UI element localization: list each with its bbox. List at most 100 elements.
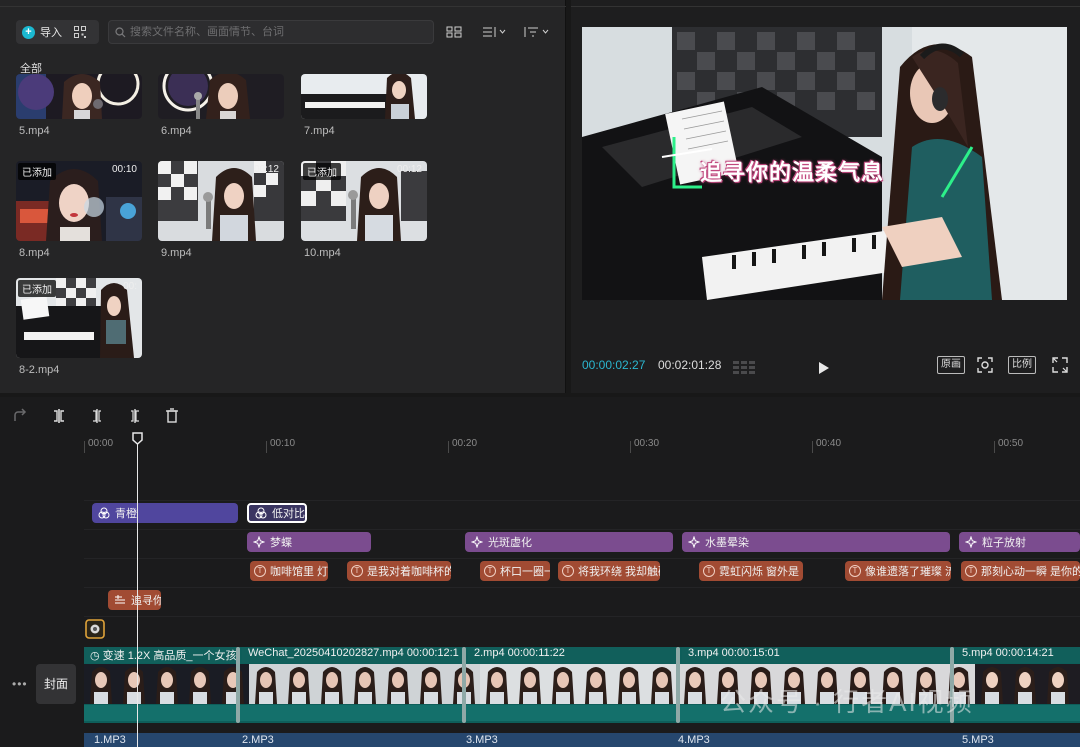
play-icon[interactable] xyxy=(818,359,830,377)
plus-icon: + xyxy=(22,25,35,39)
media-clip[interactable]: 5.mp4 xyxy=(16,74,142,137)
audio-segment[interactable]: 3.MP3 xyxy=(456,733,672,747)
effect-segment[interactable]: 水墨晕染 xyxy=(682,532,950,552)
video-preview[interactable]: 追寻你的温柔气息 xyxy=(582,27,1067,300)
ruler-label: 00:30 xyxy=(634,438,660,449)
text-segment[interactable]: T 咖啡馆里 灯 xyxy=(250,561,328,581)
media-clip[interactable]: 已添加 00:10 8.mp4 xyxy=(16,161,142,259)
sort-icon[interactable] xyxy=(482,24,508,40)
text-segment[interactable]: T 是我对着咖啡杯的 xyxy=(347,561,451,581)
delete-icon[interactable] xyxy=(164,408,180,424)
film-frame xyxy=(150,664,183,704)
added-badge: 已添加 xyxy=(18,163,56,180)
segment-label: 梦蝶 xyxy=(270,537,292,549)
ruler-tick xyxy=(266,441,267,453)
more-options-icon[interactable]: ••• xyxy=(12,677,28,691)
import-group: + 导入 xyxy=(16,20,99,44)
ruler-label: 00:40 xyxy=(816,438,842,449)
clip-header: 5.mp4 00:00:14:21 xyxy=(956,647,1080,663)
title-segment[interactable]: 追寻你 xyxy=(108,590,161,610)
media-clip[interactable]: 00:12 9.mp4 xyxy=(158,161,284,259)
cover-button[interactable]: 封面 xyxy=(36,664,76,704)
audio-segment[interactable]: 4.MP3 xyxy=(668,733,956,747)
clip-handle[interactable] xyxy=(462,647,466,723)
trim-right-icon[interactable] xyxy=(127,408,143,424)
segment-label: 咖啡馆里 灯 xyxy=(270,566,328,578)
effect-segment[interactable]: 粒子放射 xyxy=(959,532,1080,552)
import-button[interactable]: + 导入 xyxy=(16,20,72,44)
audio-segment[interactable]: 5.MP3 xyxy=(952,733,1080,747)
search-input[interactable] xyxy=(130,26,430,38)
aspect-ratio-button[interactable]: 比例 xyxy=(1008,356,1036,374)
clip-handle[interactable] xyxy=(676,647,680,723)
divider xyxy=(571,6,1080,7)
timeline-grid-icon[interactable] xyxy=(733,359,755,377)
segment-label: 粒子放射 xyxy=(982,537,1026,549)
film-frame xyxy=(645,664,678,704)
segment-label: 将我环绕 我却触碰 xyxy=(578,566,660,578)
divider xyxy=(0,6,566,7)
redo-icon[interactable] xyxy=(12,408,28,424)
row-divider xyxy=(84,616,1080,617)
film-frame xyxy=(381,664,414,704)
clip-thumbnail: 00:12 xyxy=(158,161,284,241)
sparkle-icon xyxy=(688,536,700,548)
text-segment[interactable]: T 像谁遗落了璀璨 流 xyxy=(845,561,951,581)
media-clip[interactable]: 已添加 00: 8-2.mp4 xyxy=(16,278,142,376)
playhead-handle[interactable] xyxy=(132,432,143,445)
trim-left-icon[interactable] xyxy=(89,408,105,424)
clip-name: 8.mp4 xyxy=(19,247,50,259)
split-icon[interactable] xyxy=(51,408,67,424)
fullscreen-icon[interactable] xyxy=(1052,356,1068,374)
media-clip[interactable]: 已添加 00:12 10.mp4 xyxy=(301,161,427,259)
total-time: 00:02:01:28 xyxy=(658,358,722,372)
text-segment[interactable]: T 霓虹闪烁 窗外是 xyxy=(699,561,803,581)
clip-handle[interactable] xyxy=(236,647,240,723)
search-icon xyxy=(115,26,126,37)
sparkle-icon xyxy=(471,536,483,548)
ruler-tick xyxy=(994,441,995,453)
film-frame xyxy=(1074,664,1080,704)
audio-segment[interactable]: 1.MP3 xyxy=(84,733,236,747)
segment-label: 低对比 xyxy=(272,508,305,520)
film-frame xyxy=(249,664,282,704)
grid-view-icon[interactable] xyxy=(446,24,462,40)
clip-thumbnail xyxy=(158,74,284,119)
search-box xyxy=(108,20,434,44)
media-clip[interactable]: 7.mp4 xyxy=(301,74,427,137)
filter-icon xyxy=(255,507,267,519)
film-frame xyxy=(216,664,249,704)
text-segment[interactable]: T 杯口一圈一 xyxy=(480,561,550,581)
text-icon: T xyxy=(965,565,977,577)
filter-segment[interactable]: 青橙 xyxy=(92,503,238,523)
media-panel: + 导入 搜索文件名称、画面情节、台词 全部 5.mp4 6.mp4 7.mp4… xyxy=(0,0,566,393)
playhead[interactable] xyxy=(137,441,138,747)
clip-label: 变速 1.2X 高品质_一个女孩 xyxy=(102,650,237,662)
clip-name: 10.mp4 xyxy=(304,247,341,259)
effect-segment[interactable]: 光斑虚化 xyxy=(465,532,673,552)
sticker-icon[interactable] xyxy=(85,619,105,639)
film-frame xyxy=(579,664,612,704)
film-frame xyxy=(183,664,216,704)
focus-icon[interactable] xyxy=(976,356,994,374)
clip-thumbnail xyxy=(301,74,427,119)
original-quality-button[interactable]: 原画 xyxy=(937,356,965,374)
ruler-tick xyxy=(812,441,813,453)
sparkle-icon xyxy=(965,536,977,548)
subtitle-overlay[interactable]: 追寻你的温柔气息 xyxy=(700,155,884,187)
time-ruler: 00:00 00:10 00:20 00:30 00:40 00:50 xyxy=(84,433,1080,453)
segment-label: 光斑虚化 xyxy=(488,537,532,549)
text-icon: T xyxy=(254,565,266,577)
filter-icon[interactable] xyxy=(524,24,552,40)
segment-label: 像谁遗落了璀璨 流 xyxy=(865,566,951,578)
clip-thumbnail: 已添加 00:10 xyxy=(16,161,142,241)
effect-segment[interactable]: 梦蝶 xyxy=(247,532,371,552)
text-segment[interactable]: T 那刻心动一瞬 是你的 xyxy=(961,561,1080,581)
text-segment[interactable]: T 将我环绕 我却触碰 xyxy=(558,561,660,581)
media-clip[interactable]: 6.mp4 xyxy=(158,74,284,137)
audio-segment[interactable]: 2.MP3 xyxy=(232,733,460,747)
qr-code-icon[interactable] xyxy=(74,26,86,38)
app-root: + 导入 搜索文件名称、画面情节、台词 全部 5.mp4 6.mp4 7.mp4… xyxy=(0,0,1080,747)
clip-name: 8-2.mp4 xyxy=(19,364,60,376)
filter-segment-selected[interactable]: 低对比 xyxy=(247,503,307,523)
